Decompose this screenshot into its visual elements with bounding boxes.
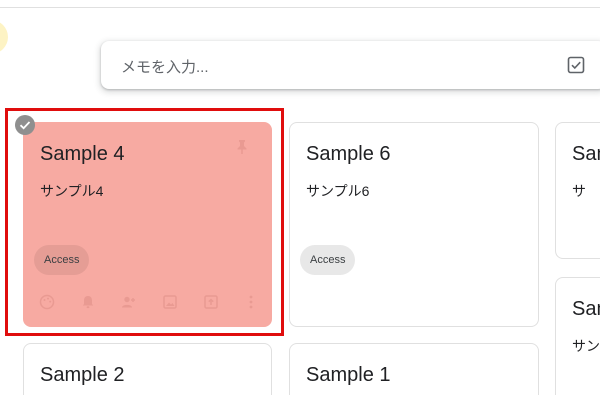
note-body: サンプル6 bbox=[306, 183, 370, 199]
note-title: Sample 2 bbox=[40, 364, 125, 386]
note-title: Sample 6 bbox=[306, 143, 391, 165]
note-body: サ bbox=[572, 183, 586, 199]
note-card-sample-6[interactable]: Sample 6 サンプル6 Access bbox=[289, 122, 539, 327]
note-title: Sam bbox=[572, 143, 600, 165]
note-body: サン bbox=[572, 338, 600, 354]
note-card-sample-1[interactable]: Sample 1 bbox=[289, 343, 539, 395]
new-list-checkbox-icon[interactable] bbox=[566, 55, 586, 75]
menu-highlight bbox=[0, 20, 8, 54]
note-title: Sam bbox=[572, 298, 600, 320]
note-title: Sample 1 bbox=[306, 364, 391, 386]
selection-highlight-frame bbox=[5, 108, 284, 336]
note-input-placeholder: メモを入力... bbox=[121, 59, 209, 76]
take-note-input[interactable]: メモを入力... bbox=[101, 41, 600, 89]
note-card-sample-2[interactable]: Sample 2 bbox=[23, 343, 272, 395]
header-divider bbox=[0, 7, 600, 8]
note-card-partial-bottom[interactable]: Sam サン bbox=[555, 277, 600, 395]
label-chip[interactable]: Access bbox=[300, 245, 356, 275]
note-card-partial-top[interactable]: Sam サ bbox=[555, 122, 600, 259]
select-note-check-icon[interactable] bbox=[14, 114, 36, 136]
